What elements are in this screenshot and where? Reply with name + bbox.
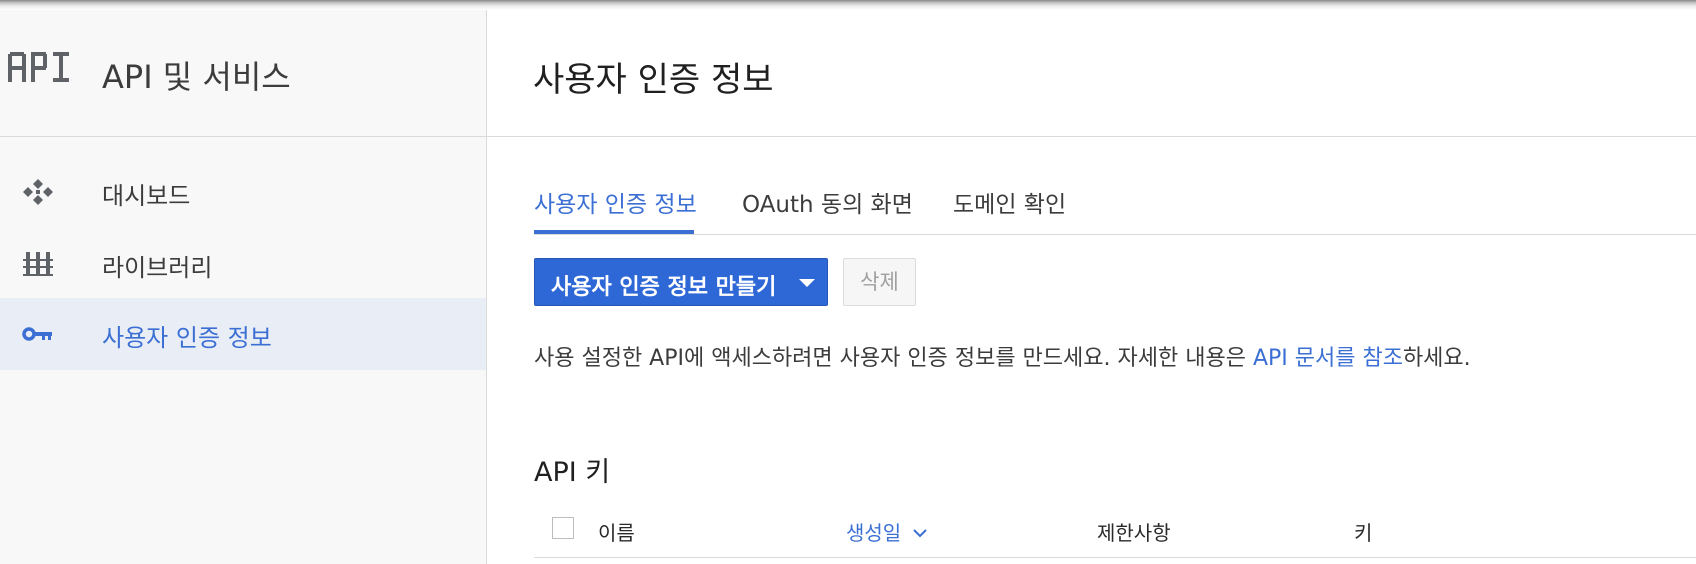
- sidebar-item-label: 라이브러리: [102, 254, 213, 282]
- dropdown-caret-icon: [799, 279, 815, 287]
- page-header: 사용자 인증 정보: [487, 10, 1696, 137]
- key-icon: [22, 327, 52, 341]
- tab-domain-verification[interactable]: 도메인 확인: [953, 185, 1066, 219]
- description-text: 사용 설정한 API에 액세스하려면 사용자 인증 정보를 만드세요. 자세한 …: [534, 346, 1253, 371]
- library-icon: [23, 252, 53, 276]
- api-keys-title: API 키: [534, 457, 611, 488]
- column-header-created[interactable]: 생성일: [846, 517, 927, 546]
- sidebar-item-credentials[interactable]: 사용자 인증 정보: [0, 298, 486, 370]
- sidebar: API 및 서비스 대시보드 라이브러리 사용자 인증 정보: [0, 10, 487, 564]
- sidebar-header: API 및 서비스: [0, 10, 486, 137]
- sidebar-item-library[interactable]: 라이브러리: [0, 228, 486, 300]
- api-docs-link[interactable]: API 문서를 참조: [1253, 346, 1403, 371]
- description-suffix: 하세요.: [1402, 346, 1471, 371]
- dashboard-icon: [23, 179, 53, 205]
- create-credentials-label: 사용자 인증 정보 만들기: [551, 275, 777, 300]
- column-header-name[interactable]: 이름: [598, 517, 635, 546]
- sidebar-item-label: 사용자 인증 정보: [102, 324, 272, 352]
- api-keys-table-header: 이름 생성일 제한사항 키: [534, 503, 1696, 558]
- column-header-key[interactable]: 키: [1354, 517, 1372, 546]
- sidebar-item-label: 대시보드: [102, 182, 191, 210]
- tab-bar: 사용자 인증 정보 OAuth 동의 화면 도메인 확인: [534, 170, 1696, 235]
- window-top-edge: [0, 0, 1696, 10]
- column-header-restrictions[interactable]: 제한사항: [1097, 517, 1171, 546]
- create-credentials-button[interactable]: 사용자 인증 정보 만들기: [534, 258, 828, 306]
- select-all-checkbox[interactable]: [552, 517, 574, 539]
- description: 사용 설정한 API에 액세스하려면 사용자 인증 정보를 만드세요. 자세한 …: [534, 340, 1471, 372]
- sidebar-item-dashboard[interactable]: 대시보드: [0, 156, 486, 228]
- tab-oauth-consent[interactable]: OAuth 동의 화면: [742, 185, 913, 219]
- chevron-down-icon: [913, 529, 927, 538]
- api-logo-icon: [8, 52, 69, 82]
- app-title: API 및 서비스: [102, 58, 291, 96]
- active-tab-indicator: [534, 230, 694, 234]
- page-title: 사용자 인증 정보: [533, 60, 774, 100]
- delete-button[interactable]: 삭제: [843, 258, 916, 306]
- tab-credentials[interactable]: 사용자 인증 정보: [534, 185, 697, 219]
- column-header-created-label: 생성일: [846, 521, 902, 545]
